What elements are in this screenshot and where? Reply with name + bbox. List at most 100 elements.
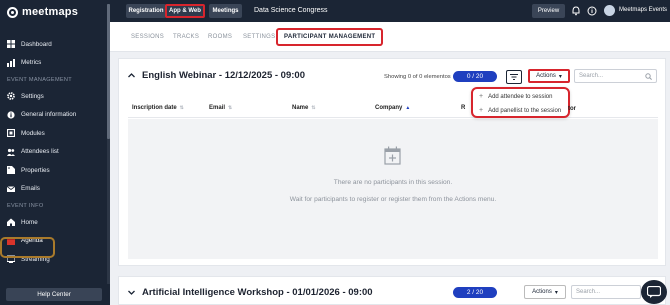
actions-label: Actions	[532, 289, 552, 295]
section-label-event-management: EVENT MANAGEMENT	[7, 76, 72, 83]
column-label: R	[461, 105, 466, 111]
sort-icon: ⇅	[228, 105, 233, 111]
menu-item-add-panellist[interactable]: + Add panellist to the session	[479, 107, 561, 114]
session-header[interactable]: Artificial Intelligence Workshop - 01/01…	[128, 287, 373, 298]
session-header[interactable]: English Webinar - 12/12/2025 - 09:00	[128, 70, 305, 81]
column-r[interactable]: R	[461, 105, 465, 111]
plus-icon: +	[479, 107, 484, 114]
empty-hint: Wait for participants to register or reg…	[289, 196, 497, 203]
column-label: Company	[375, 105, 403, 111]
user-name[interactable]: Meetmaps Events	[619, 7, 667, 13]
sidebar: meetmaps Dashboard Metrics EVENT MANAGEM…	[0, 0, 110, 305]
brand-logo[interactable]: meetmaps	[7, 5, 78, 19]
metrics-icon	[7, 58, 15, 67]
search-placeholder: Search...	[576, 289, 601, 295]
sidebar-item-label: Home	[21, 218, 38, 226]
showing-count: Showing 0 of 0 elementos	[384, 74, 451, 80]
tab-settings[interactable]: SETTINGS	[243, 34, 275, 40]
users-icon	[7, 148, 15, 156]
session-card: Artificial Intelligence Workshop - 01/01…	[118, 276, 666, 305]
actions-button[interactable]: Actions ▾	[524, 285, 566, 299]
section-label-event-info: EVENT INFO	[7, 202, 44, 209]
event-name: Data Science Congress	[254, 7, 328, 14]
sidebar-item-label: Attendees list	[21, 148, 59, 156]
column-label: Inscription date	[132, 105, 177, 111]
top-bar: Registration App & Web Meetings Data Sci…	[110, 0, 670, 22]
search-icon	[645, 73, 652, 80]
column-label: Name	[292, 105, 309, 111]
sidebar-nav: Dashboard Metrics EVENT MANAGEMENT Setti…	[0, 35, 110, 269]
sidebar-item-label: Settings	[21, 92, 44, 100]
bell-icon[interactable]	[571, 6, 581, 16]
empty-message: There are no participants in this sessio…	[333, 179, 453, 186]
help-icon[interactable]	[587, 6, 597, 16]
sort-ascending-icon: ▲	[405, 105, 411, 111]
gear-icon	[7, 92, 15, 101]
calendar-plus-icon	[384, 146, 401, 165]
sidebar-item-label: General information	[21, 111, 77, 119]
chat-icon	[647, 286, 661, 298]
tabs-bar: SESSIONS TRACKS ROOMS SETTINGS PARTICIPA…	[110, 22, 670, 52]
search-input[interactable]: Search...	[571, 285, 641, 299]
sidebar-item-emails[interactable]: Emails	[0, 180, 110, 199]
session-title: Artificial Intelligence Workshop - 01/01…	[142, 287, 373, 298]
meetings-button[interactable]: Meetings	[209, 4, 242, 18]
sidebar-item-label: Metrics	[21, 59, 42, 67]
agenda-highlight	[0, 237, 55, 258]
caret-down-icon: ▾	[558, 73, 562, 80]
search-input[interactable]: Search...	[574, 69, 657, 83]
avatar[interactable]	[604, 5, 615, 16]
chevron-down-icon[interactable]	[128, 289, 135, 296]
tab-rooms[interactable]: ROOMS	[208, 34, 232, 40]
home-icon	[7, 218, 15, 227]
column-email[interactable]: Email ⇅	[209, 105, 232, 111]
column-name[interactable]: Name ⇅	[292, 105, 316, 111]
actions-menu: + Add attendee to session + Add panellis…	[471, 87, 570, 118]
actions-button[interactable]: Actions ▾	[528, 69, 570, 83]
registration-button[interactable]: Registration	[126, 4, 166, 18]
menu-item-label: Add panellist to the session	[488, 107, 562, 114]
chevron-up-icon[interactable]	[128, 72, 135, 79]
modules-icon	[7, 129, 15, 138]
sidebar-item-label: Properties	[21, 166, 50, 174]
sidebar-item-general-information[interactable]: General information	[0, 106, 110, 125]
sidebar-item-properties[interactable]: Properties	[0, 161, 110, 180]
help-center-button[interactable]: Help Center	[6, 288, 102, 301]
tab-participant-management[interactable]: PARTICIPANT MANAGEMENT	[276, 28, 384, 46]
capacity-badge: 2 / 20	[453, 287, 497, 298]
logo-icon	[7, 6, 18, 18]
chat-button[interactable]	[641, 280, 667, 304]
plus-icon: +	[479, 93, 484, 100]
filter-button[interactable]	[506, 70, 522, 84]
brand-name: meetmaps	[22, 6, 79, 18]
column-label: Email	[209, 105, 226, 111]
sidebar-item-modules[interactable]: Modules	[0, 124, 110, 143]
menu-item-add-attendee[interactable]: + Add attendee to session	[479, 93, 552, 100]
column-inscription-date[interactable]: Inscription date ⇅	[132, 105, 184, 111]
sidebar-item-label: Dashboard	[21, 40, 52, 48]
column-company[interactable]: Company ▲	[375, 105, 410, 111]
sort-icon: ⇅	[179, 105, 184, 111]
sidebar-item-metrics[interactable]: Metrics	[0, 54, 110, 73]
info-icon	[7, 111, 15, 119]
caret-down-icon: ▾	[554, 289, 558, 296]
column-partial-label: tor	[568, 106, 576, 112]
menu-item-label: Add attendee to session	[488, 93, 553, 100]
preview-button[interactable]: Preview	[532, 4, 565, 18]
search-placeholder: Search...	[579, 73, 604, 79]
actions-label: Actions	[536, 73, 556, 79]
tab-sessions[interactable]: SESSIONS	[131, 34, 164, 40]
sidebar-item-label: Modules	[21, 129, 45, 137]
sidebar-item-label: Emails	[21, 185, 40, 193]
sidebar-item-home[interactable]: Home	[0, 213, 110, 232]
dashboard-icon	[7, 40, 15, 49]
sidebar-item-settings[interactable]: Settings	[0, 87, 110, 106]
properties-icon	[7, 166, 15, 175]
app-web-button[interactable]: App & Web	[165, 4, 205, 18]
sidebar-item-dashboard[interactable]: Dashboard	[0, 35, 110, 54]
tab-tracks[interactable]: TRACKS	[173, 34, 199, 40]
sidebar-item-attendees-list[interactable]: Attendees list	[0, 143, 110, 162]
filter-icon	[510, 74, 518, 80]
session-title: English Webinar - 12/12/2025 - 09:00	[142, 70, 305, 81]
empty-state: There are no participants in this sessio…	[128, 119, 658, 259]
